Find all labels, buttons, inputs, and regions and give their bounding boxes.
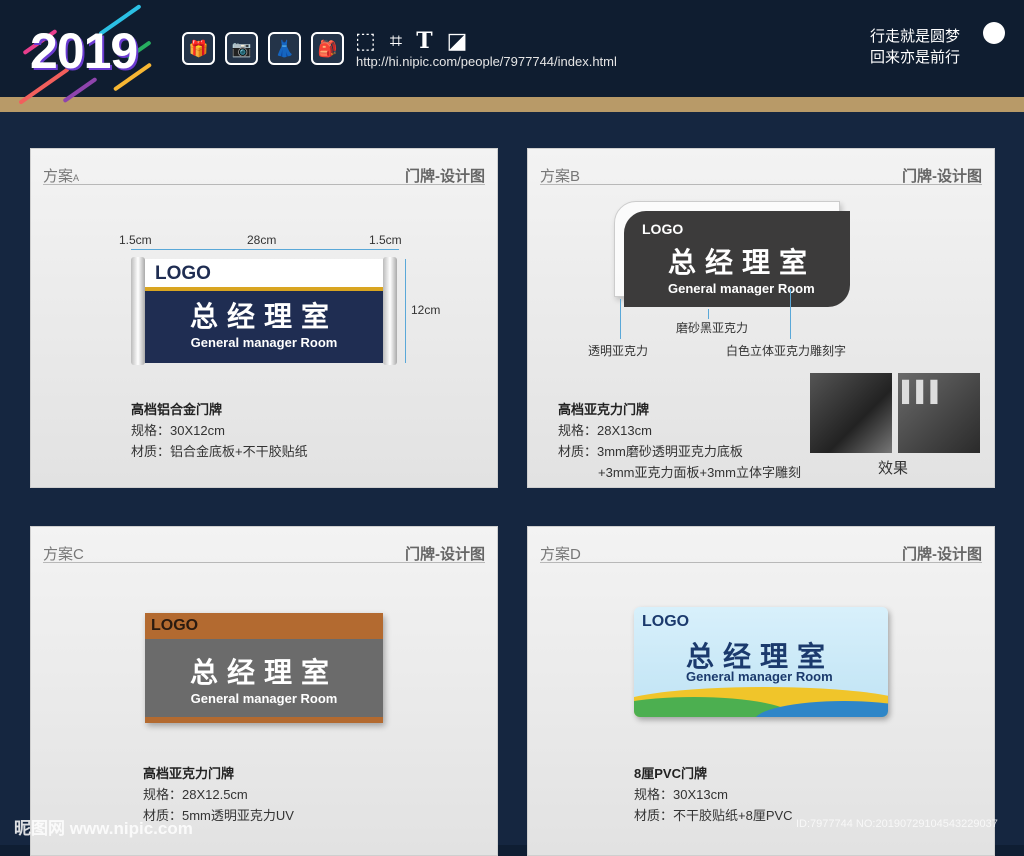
category-label: 门牌-设计图: [405, 168, 485, 185]
crop-icon[interactable]: ⌗: [390, 28, 402, 54]
card-plan-c: 方案C 门牌-设计图 LOGO 总经理室 General manager Roo…: [30, 526, 498, 856]
sign-subtitle: General manager Room: [190, 691, 338, 706]
note-white-letters: 白色立体亚克力雕刻字: [726, 344, 847, 358]
sign-title: 总经理室: [189, 301, 338, 332]
sign-logo: LOGO: [642, 613, 690, 630]
slogan-line2: 回来亦是前行: [870, 48, 961, 66]
product-spec: 规格：30X13cm: [634, 787, 728, 802]
site-watermark: 昵图网 www.nipic.com: [14, 819, 193, 838]
product-title: 高档亚克力门牌: [143, 766, 235, 781]
dim-mid: 28cm: [247, 233, 277, 247]
sign-a-top: LOGO: [145, 259, 383, 291]
category-label: 门牌-设计图: [902, 546, 982, 563]
card-header: 方案A 门牌-设计图: [43, 163, 485, 185]
dim-line-vertical: [405, 259, 406, 363]
product-title: 8厘PVC门牌: [634, 766, 707, 781]
dim-right: 1.5cm: [369, 233, 402, 247]
alu-cap-left: [131, 257, 145, 365]
image-id: ID:7977744 NO:20190729104543229037: [796, 818, 998, 830]
effect-photo-2: ▌▌▌: [898, 373, 980, 453]
dress-icon[interactable]: 👗: [268, 32, 301, 65]
camera-icon[interactable]: 📷: [225, 32, 258, 65]
sign-logo: LOGO: [642, 221, 684, 237]
plan-label: 方案D: [540, 546, 581, 563]
sign-subtitle: General manager Room: [668, 281, 815, 296]
card-header: 方案D 门牌-设计图: [540, 541, 982, 563]
note-clear-acrylic: 透明亚克力: [588, 344, 649, 358]
sign-a: LOGO 总经理室 General manager Room: [145, 259, 383, 363]
sign-subtitle: General manager Room: [190, 335, 338, 350]
sign-c-panel: 总经理室 General manager Room: [145, 639, 383, 717]
select-icon[interactable]: ⬚: [355, 28, 376, 54]
sign-logo: LOGO: [151, 617, 199, 634]
text-icon[interactable]: T: [416, 28, 432, 54]
leader-line: [708, 309, 709, 319]
dim-height: 12cm: [411, 303, 441, 317]
description: 高档亚克力门牌 规格：28X13cm 材质：3mm磨砂透明亚克力底板 +3mm亚…: [558, 399, 801, 483]
description: 高档铝合金门牌 规格：30X12cm 材质：铝合金底板+不干胶贴纸: [131, 399, 308, 462]
sign-logo: LOGO: [155, 263, 211, 284]
effect-label: 效果: [878, 460, 909, 477]
plan-label: 方案C: [43, 546, 84, 563]
product-spec: 规格：30X12cm: [131, 423, 225, 438]
alu-cap-right: [383, 257, 397, 365]
slogan-line1: 行走就是圆梦: [870, 27, 961, 45]
icon-toolbar: 🎁 📷 👗 🎒: [182, 32, 344, 65]
plan-label: 方案B: [540, 168, 581, 185]
slogan: 行走就是圆梦 回来亦是前行: [870, 26, 960, 68]
product-title: 高档亚克力门牌: [558, 402, 650, 417]
sign-title: 总经理室: [668, 247, 817, 278]
category-label: 门牌-设计图: [405, 546, 485, 563]
year-title: 2019: [30, 23, 138, 79]
product-material-2: +3mm亚克力面板+3mm立体字雕刻: [598, 465, 801, 480]
card-plan-b: 方案B 门牌-设计图 LOGO 总经理室 General manager Roo…: [527, 148, 995, 488]
card-plan-a: 方案A 门牌-设计图 1.5cm 28cm 1.5cm 12cm LOGO 总经…: [30, 148, 498, 488]
sign-b: LOGO 总经理室 General manager Room: [624, 211, 850, 307]
page-curl-icon[interactable]: ◪: [447, 28, 468, 54]
sign-subtitle: General manager Room: [686, 669, 833, 684]
description: 8厘PVC门牌 规格：30X13cm 材质：不干胶贴纸+8厘PVC: [634, 763, 793, 826]
profile-url[interactable]: http://hi.nipic.com/people/7977744/index…: [356, 54, 617, 69]
card-plan-d: 方案D 门牌-设计图 LOGO 总经理室 General manager Roo…: [527, 526, 995, 856]
product-title: 高档铝合金门牌: [131, 402, 223, 417]
product-material: 材质：不干胶贴纸+8厘PVC: [634, 808, 793, 823]
card-header: 方案C 门牌-设计图: [43, 541, 485, 563]
product-material: 材质：3mm磨砂透明亚克力底板: [558, 444, 743, 459]
dim-line: [131, 249, 399, 250]
sign-c: LOGO 总经理室 General manager Room: [145, 613, 383, 723]
effect-photo-1: [810, 373, 892, 453]
card-header: 方案B 门牌-设计图: [540, 163, 982, 185]
product-spec: 规格：28X13cm: [558, 423, 652, 438]
product-material: 材质：铝合金底板+不干胶贴纸: [131, 444, 308, 459]
leader-line: [790, 289, 791, 339]
moon-icon: [983, 22, 1005, 44]
tool-icons: ⬚ ⌗ T ◪: [355, 28, 467, 54]
plan-label: 方案A: [43, 168, 80, 185]
backpack-icon[interactable]: 🎒: [311, 32, 344, 65]
sign-title: 总经理室: [189, 657, 338, 688]
leader-line: [620, 299, 621, 339]
dim-left: 1.5cm: [119, 233, 152, 247]
gold-divider: [0, 97, 1024, 112]
category-label: 门牌-设计图: [902, 168, 982, 185]
product-spec: 规格：28X12.5cm: [143, 787, 248, 802]
note-frosted-black: 磨砂黑亚克力: [676, 321, 749, 335]
gift-icon[interactable]: 🎁: [182, 32, 215, 65]
sign-d: LOGO 总经理室 General manager Room: [634, 607, 888, 717]
